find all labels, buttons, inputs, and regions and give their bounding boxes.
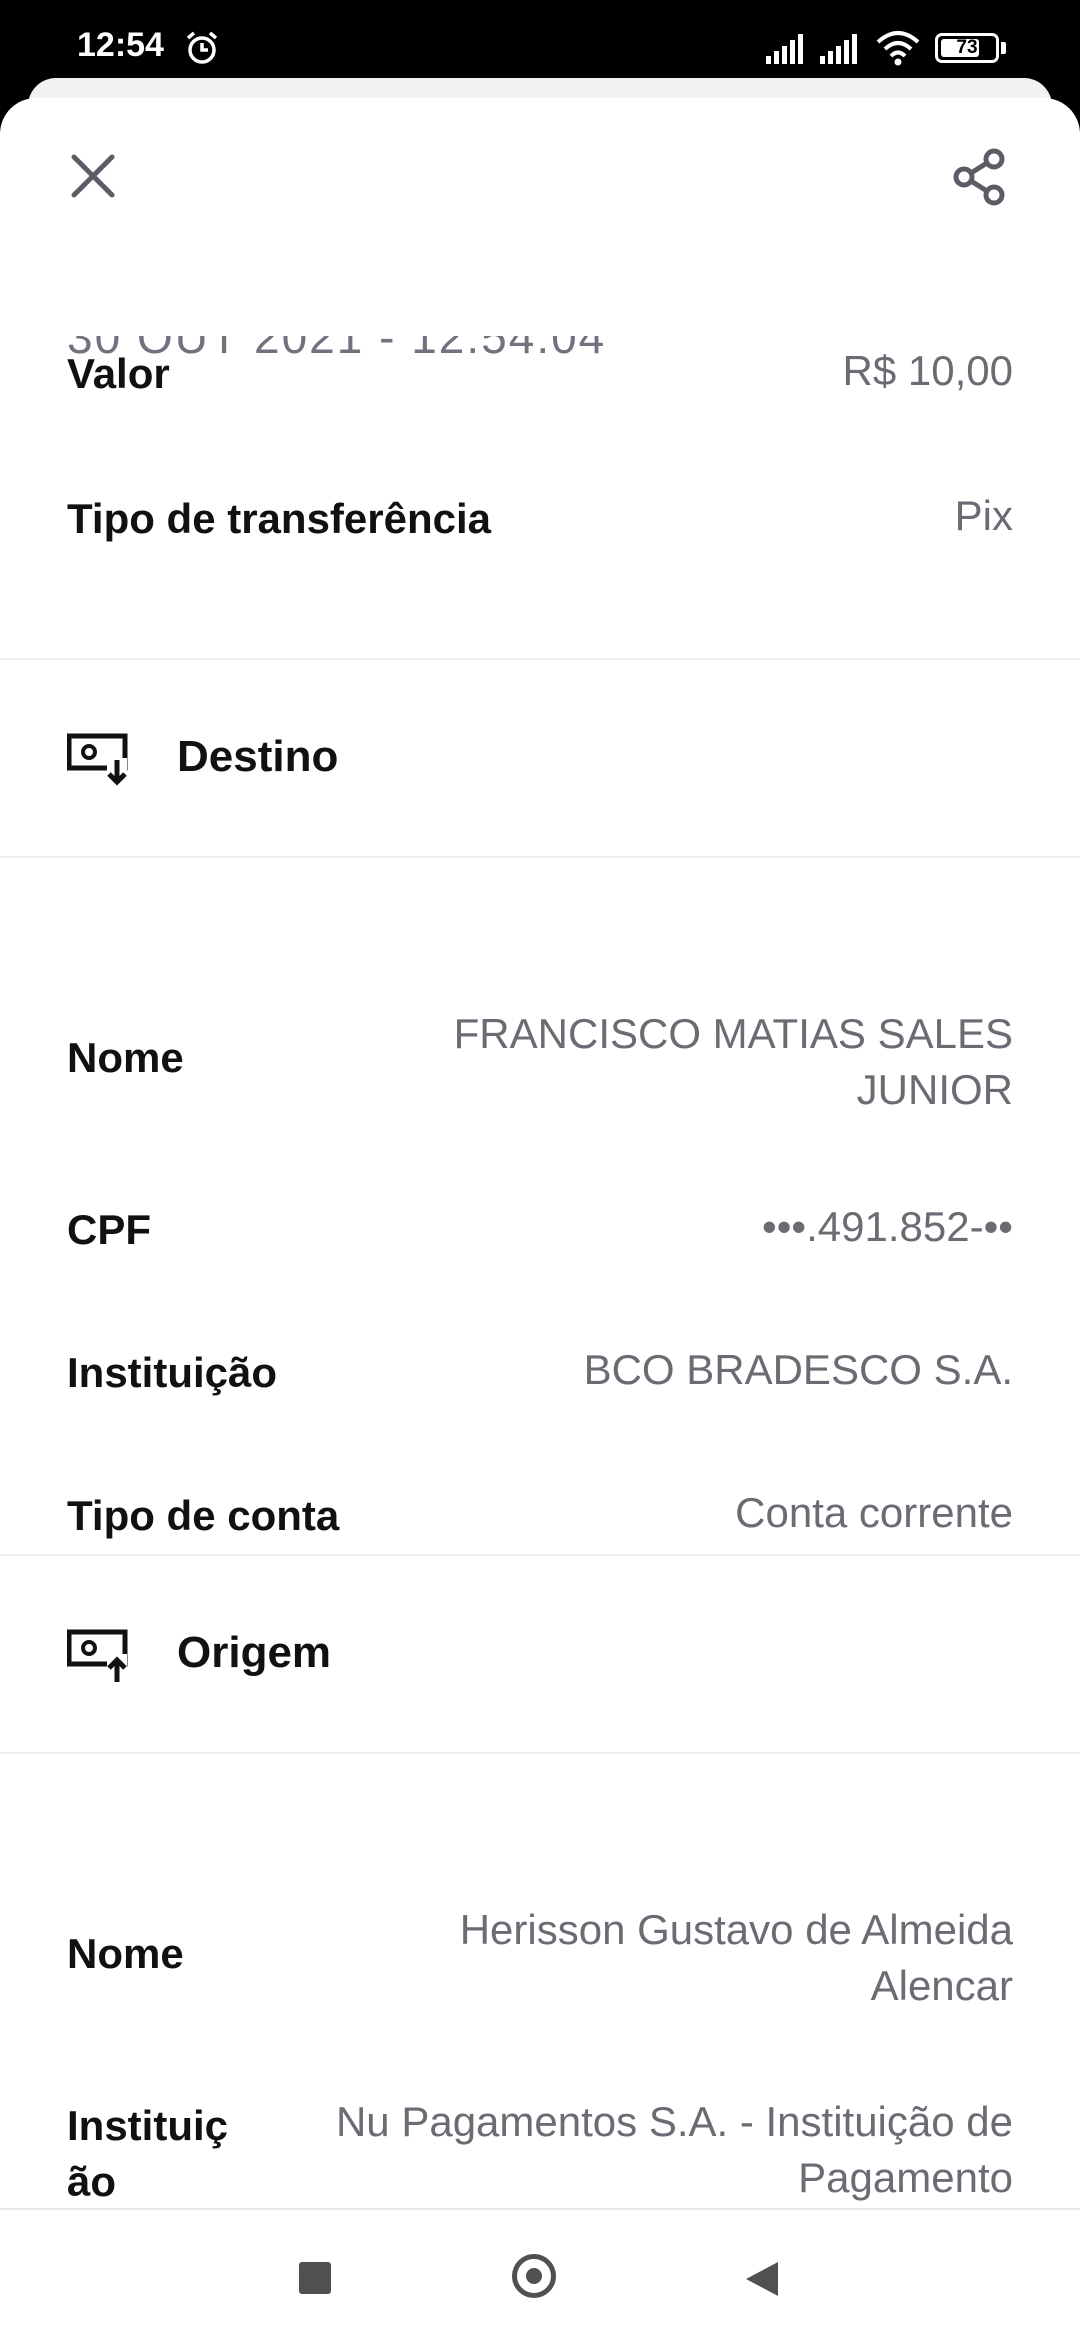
back-triangle-icon[interactable] [744,2260,780,2298]
origem-title: Origem [177,1628,332,1677]
destino-instituicao-label: Instituição [67,1349,278,1396]
destino-title: Destino [177,732,339,781]
close-button[interactable] [62,145,124,207]
valor-label: Valor [67,350,170,397]
origem-nome-label: Nome [67,1930,184,1977]
origem-instituicao-label-line1: Instituiç [67,2102,229,2149]
valor-value: R$ 10,00 [842,347,1013,394]
origem-section-header: Origem [0,1556,1080,1754]
battery-percent: 73 [956,37,978,58]
signal-icon [766,34,803,64]
recents-square-icon[interactable] [299,2262,331,2294]
destino-tipo-conta-label: Tipo de conta [67,1492,340,1539]
origem-instituicao-value-line1: Nu Pagamentos S.A. - Instituição de [335,2098,1013,2145]
transfer-receipt-sheet[interactable]: 30 OUT 2021 - 12:54:04 Valor R$ 10,00 Ti… [0,98,1080,2208]
origem-instituicao-label-line2: ão [67,2158,117,2205]
destino-nome-value-line1: FRANCISCO MATIAS SALES [453,1010,1013,1057]
destino-cpf-label: CPF [67,1206,151,1253]
destino-cpf-value: •••.491.852-•• [762,1203,1013,1250]
send-money-icon [67,1629,128,1682]
battery-tip [1001,42,1006,54]
battery-icon: 73 [935,33,999,63]
receive-money-icon [67,733,128,786]
wifi-icon [876,31,920,66]
tipo-transferencia-label: Tipo de transferência [67,495,492,542]
destino-nome-value-line2: JUNIOR [856,1066,1013,1113]
close-icon [71,154,115,198]
status-time: 12:54 [77,26,164,64]
origem-instituicao-value-line2: Pagamento [798,2154,1013,2201]
alarm-icon [186,31,218,64]
divider [0,1752,1080,1754]
divider [0,856,1080,858]
destino-nome-label: Nome [67,1034,184,1081]
destino-instituicao-value: BCO BRADESCO S.A. [583,1346,1013,1393]
share-button[interactable] [948,145,1012,209]
origem-nome-value-line2: Alencar [870,1962,1013,2009]
tipo-transferencia-value: Pix [954,492,1013,539]
destino-tipo-conta-value: Conta corrente [735,1489,1013,1536]
home-dot [526,2268,542,2284]
system-navigation-bar [0,2208,1080,2342]
share-icon [953,148,1005,206]
home-circle-icon[interactable] [512,2254,556,2298]
origem-nome-value-line1: Herisson Gustavo de Almeida [459,1906,1013,1953]
signal-icon [820,34,857,64]
destino-section-header: Destino [0,660,1080,858]
